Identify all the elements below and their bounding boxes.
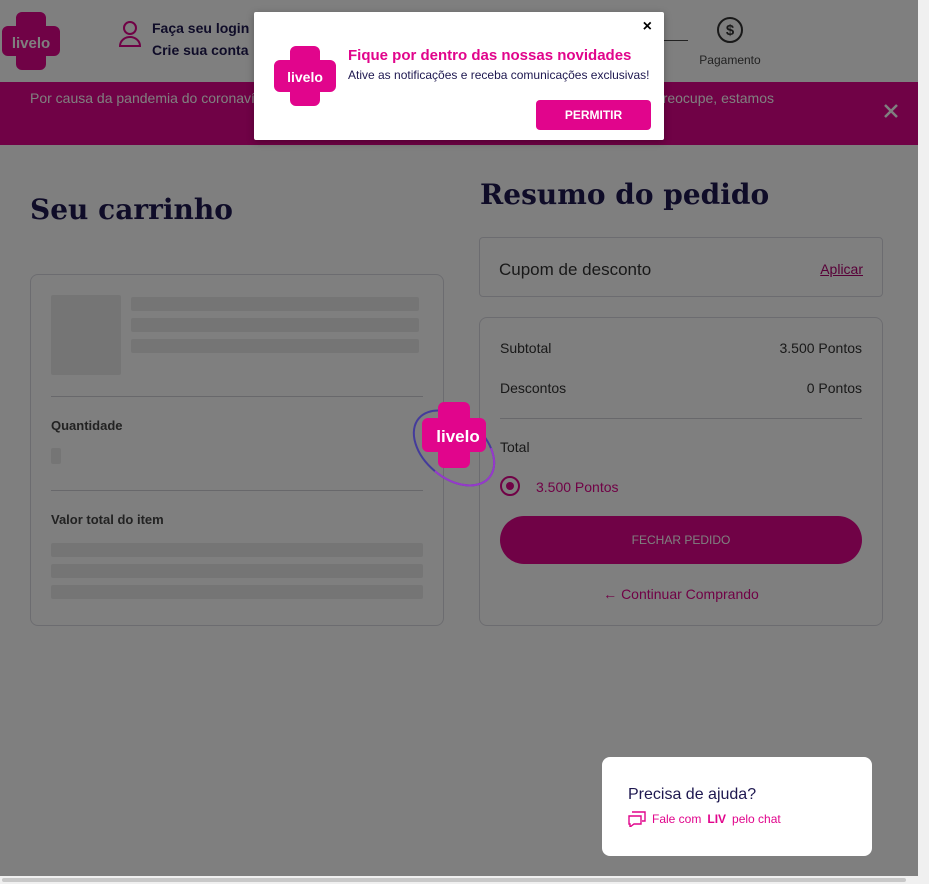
chat-suffix: pelo chat	[732, 812, 781, 826]
help-question: Precisa de ajuda?	[628, 786, 757, 803]
chat-agent: LIV	[707, 812, 727, 826]
popup-title: Fique por dentro das nossas novidades	[348, 47, 632, 64]
popup-message: Ative as notificações e receba comunicaç…	[348, 68, 650, 82]
help-card: Precisa de ajuda? Fale com LIV pelo chat	[602, 757, 872, 856]
chat-icon	[628, 811, 646, 827]
svg-text:livelo: livelo	[287, 69, 323, 85]
close-icon[interactable]: ×	[643, 18, 652, 36]
horizontal-scrollbar[interactable]	[0, 876, 918, 884]
notification-popup: livelo Fique por dentro das nossas novid…	[254, 12, 664, 140]
scrollbar-thumb[interactable]	[2, 878, 906, 882]
svg-text:livelo: livelo	[436, 427, 479, 446]
loading-spinner: livelo	[412, 402, 496, 487]
chat-prefix: Fale com	[652, 812, 702, 826]
vertical-scrollbar[interactable]	[918, 0, 929, 884]
allow-notifications-button[interactable]: PERMITIR	[536, 100, 651, 130]
livelo-logo: livelo	[274, 46, 336, 106]
chat-link[interactable]: Fale com LIV pelo chat	[628, 811, 781, 827]
